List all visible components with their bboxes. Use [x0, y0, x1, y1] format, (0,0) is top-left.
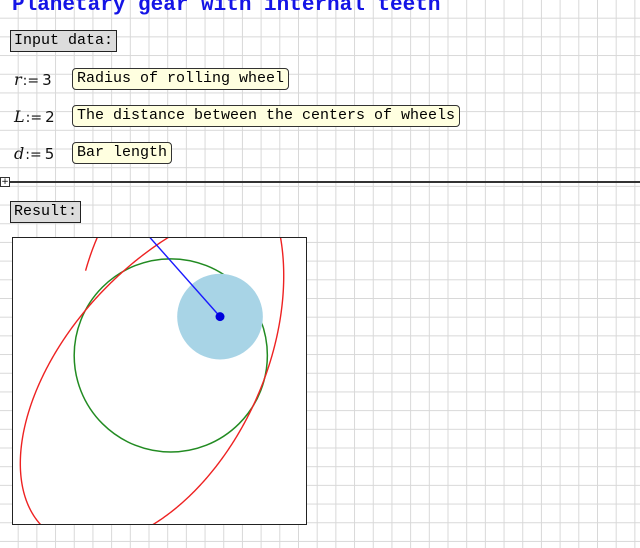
worksheet-title: Planetary gear with internal teeth: [12, 0, 441, 17]
radius-comment[interactable]: Radius of rolling wheel: [72, 68, 290, 90]
distance-variable: L: [14, 106, 25, 126]
gear-plot[interactable]: [12, 237, 307, 525]
assign-operator: :=: [22, 72, 40, 89]
gear-plot-canvas: [19, 238, 285, 524]
bar-length-expression[interactable]: d:= 5: [14, 144, 72, 163]
region-expand-icon[interactable]: +: [0, 177, 10, 187]
definition-bar-length[interactable]: d:= 5 Bar length: [14, 141, 173, 165]
radius-variable: r: [14, 69, 22, 89]
bar-length-comment[interactable]: Bar length: [72, 142, 173, 164]
rolling-wheel-center: [215, 312, 225, 322]
trajectory-curve: [19, 238, 285, 524]
definition-radius[interactable]: r:= 3 Radius of rolling wheel: [14, 67, 290, 91]
assign-operator: :=: [25, 109, 43, 126]
radius-expression[interactable]: r:= 3: [14, 70, 72, 89]
definition-distance[interactable]: L:= 2 The distance between the centers of…: [14, 104, 461, 128]
bar-length-variable: d: [14, 143, 25, 163]
radius-value[interactable]: 3: [42, 71, 52, 89]
result-label[interactable]: Result:: [10, 201, 82, 223]
distance-comment[interactable]: The distance between the centers of whee…: [72, 105, 461, 127]
bar-length-value[interactable]: 5: [45, 145, 55, 163]
assign-operator: :=: [25, 146, 42, 163]
input-data-label[interactable]: Input data:: [10, 30, 118, 52]
region-divider[interactable]: [0, 181, 640, 183]
distance-expression[interactable]: L:= 2: [14, 107, 72, 126]
distance-value[interactable]: 2: [45, 108, 55, 126]
